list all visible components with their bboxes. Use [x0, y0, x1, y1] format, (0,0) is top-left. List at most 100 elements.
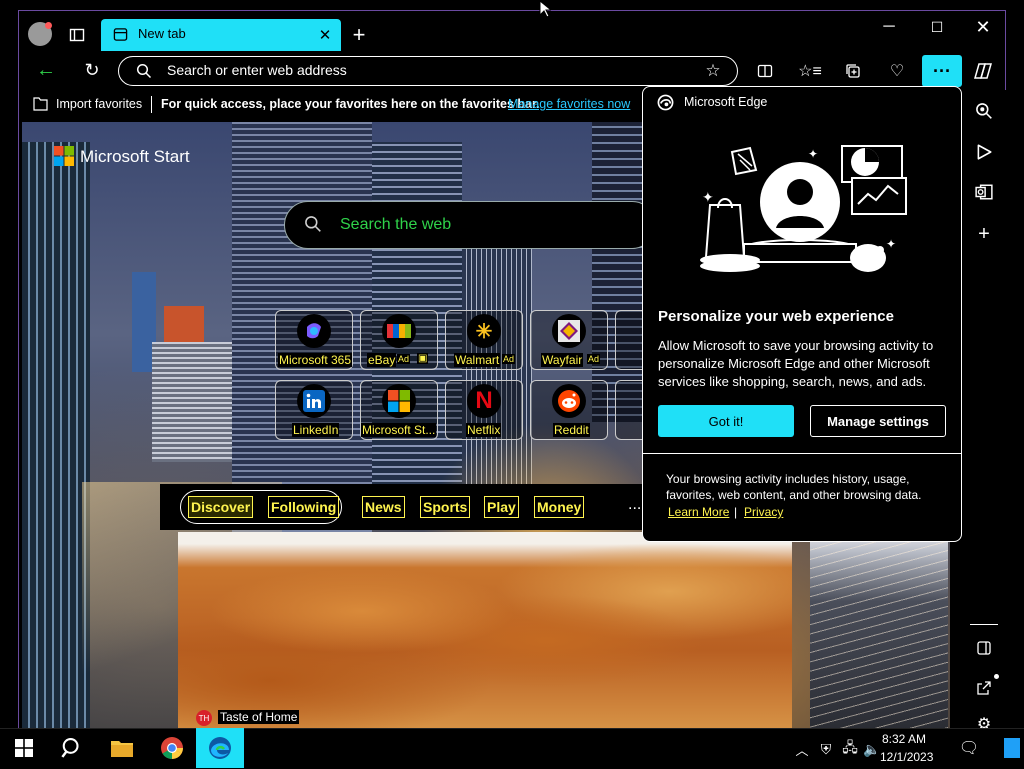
netflix-icon: N — [467, 384, 501, 418]
new-tab-button[interactable]: + — [348, 22, 370, 47]
address-placeholder: Search or enter web address — [167, 62, 347, 78]
chrome-icon[interactable] — [156, 732, 188, 764]
favorites-bar-message: For quick access, place your favorites h… — [161, 97, 540, 111]
tab-actions-icon[interactable] — [66, 24, 88, 46]
quick-link-partial[interactable] — [615, 310, 645, 370]
add-favorite-star-icon[interactable]: ☆ — [702, 60, 724, 82]
quick-link-microsoft-365[interactable]: Microsoft 365 — [275, 310, 353, 370]
taskbar-search-icon[interactable] — [56, 732, 88, 764]
hide-sidebar-icon[interactable] — [972, 636, 996, 660]
quick-link-label: eBay — [367, 353, 397, 367]
quick-link-label: Wayfair — [541, 353, 584, 367]
copilot-icon[interactable] — [970, 58, 996, 84]
svg-text:✦: ✦ — [702, 190, 714, 206]
microsoft-start-brand: Microsoft Start — [80, 147, 190, 166]
quick-link-label: Reddit — [553, 423, 590, 437]
profile-notification-dot — [45, 22, 52, 29]
quick-link-linkedin[interactable]: LinkedIn — [275, 380, 353, 440]
feed-tab-play[interactable]: Play — [484, 496, 519, 518]
quick-link-label: Microsoft St... — [361, 423, 437, 437]
card-source-label: Taste of Home — [218, 710, 300, 724]
feed-tab-money[interactable]: Money — [534, 496, 585, 518]
outlook-sidebar-icon[interactable] — [972, 180, 996, 204]
edge-logo-icon — [656, 93, 674, 111]
web-search-placeholder: Search the web — [340, 216, 452, 233]
link-separator: | — [734, 505, 738, 519]
quick-link-microsoft-store[interactable]: Microsoft St... — [360, 380, 438, 440]
linkedin-icon — [297, 384, 331, 418]
quick-link-partial[interactable] — [615, 380, 645, 440]
quick-link-wayfair[interactable]: Wayfair Ad — [530, 310, 608, 370]
manage-settings-button[interactable]: Manage settings — [810, 405, 946, 437]
address-search-icon — [134, 61, 154, 81]
quick-link-reddit[interactable]: Reddit — [530, 380, 608, 440]
favorites-bar-divider — [151, 96, 152, 113]
manage-favorites-link[interactable]: Manage favorites now — [508, 97, 630, 111]
web-search-icon — [302, 213, 324, 235]
add-sidebar-app-icon[interactable]: + — [972, 222, 996, 246]
ad-badge: Ad — [587, 354, 601, 364]
quick-link-netflix[interactable]: N Netflix — [445, 380, 523, 440]
popup-divider — [642, 453, 962, 454]
security-tray-icon[interactable]: ⛨ — [816, 740, 836, 758]
popup-title: Personalize your web experience — [658, 308, 894, 325]
windows-start-icon[interactable] — [8, 732, 40, 764]
split-screen-icon[interactable] — [752, 58, 778, 84]
popup-note: Your browsing activity includes history,… — [666, 472, 922, 502]
settings-and-more-button[interactable]: ··· — [922, 55, 962, 87]
import-favorites-icon — [32, 96, 48, 112]
tab-new-tab[interactable] — [101, 19, 341, 51]
search-sidebar-icon[interactable] — [972, 99, 996, 123]
action-center-icon[interactable]: 🗨 — [958, 738, 980, 758]
close-window-button[interactable]: ✕ — [972, 16, 994, 38]
show-desktop-button[interactable] — [1004, 738, 1020, 758]
network-tray-icon[interactable]: 🖧 — [840, 739, 860, 758]
feed-tab-discover[interactable]: Discover — [188, 496, 254, 518]
maximize-button[interactable]: ☐ — [926, 16, 948, 38]
external-link-icon[interactable] — [972, 676, 996, 700]
quick-link-label: Walmart — [454, 353, 501, 367]
sidebar-settings-gear-icon[interactable]: ⚙ — [972, 714, 996, 728]
browser-essentials-icon[interactable]: ♡ — [884, 58, 910, 84]
favorites-icon[interactable]: ☆≡ — [797, 58, 823, 84]
popup-brand: Microsoft Edge — [684, 95, 768, 109]
edge-taskbar-button[interactable] — [196, 728, 244, 768]
back-button[interactable]: ← — [34, 58, 58, 82]
privacy-link[interactable]: Privacy — [744, 505, 783, 519]
got-it-button[interactable]: Got it! — [658, 405, 794, 437]
minimize-button[interactable]: ─ — [878, 16, 900, 38]
news-card-food-image[interactable] — [178, 532, 792, 730]
new-tab-favicon-icon — [112, 26, 128, 42]
ad-info-icon[interactable]: ▣ — [417, 353, 429, 364]
taskbar-clock-date[interactable]: 12/1/2023 — [880, 750, 933, 764]
quick-link-ebay[interactable]: eBay Ad ▣ — [360, 310, 438, 370]
feed-tab-news[interactable]: News — [362, 496, 405, 518]
news-card-side-image[interactable] — [810, 532, 948, 730]
quick-link-walmart[interactable]: ✳ Walmart Ad — [445, 310, 523, 370]
sidebar-divider — [970, 624, 998, 625]
tab-title: New tab — [138, 26, 186, 41]
mouse-cursor-icon — [539, 0, 553, 18]
import-favorites-button[interactable]: Import favorites — [56, 97, 142, 111]
feed-tab-following[interactable]: Following — [268, 496, 340, 518]
file-explorer-icon[interactable] — [106, 732, 138, 764]
quick-link-label: LinkedIn — [292, 423, 340, 437]
games-sidebar-icon[interactable] — [972, 140, 996, 164]
feed-more-button[interactable]: ... — [628, 496, 641, 514]
tab-close-icon[interactable]: ✕ — [316, 26, 334, 44]
collections-icon[interactable] — [840, 58, 866, 84]
show-hidden-icons-chevron-icon[interactable]: ︿ — [792, 740, 812, 758]
quick-link-label: Microsoft 365 — [278, 353, 353, 367]
microsoft-store-icon — [382, 384, 416, 418]
refresh-button[interactable]: ↻ — [80, 58, 104, 82]
learn-more-link[interactable]: Learn More — [668, 505, 729, 519]
taskbar-clock-time[interactable]: 8:32 AM — [882, 732, 926, 746]
personalization-illustration: ✦ ✦ ✦ — [690, 140, 920, 280]
volume-muted-tray-icon[interactable]: 🔈 — [862, 740, 882, 758]
quick-link-label: Netflix — [466, 423, 502, 437]
taste-of-home-logo-icon: TH — [196, 710, 212, 726]
feed-tab-sports[interactable]: Sports — [420, 496, 471, 518]
wayfair-icon — [552, 314, 586, 348]
microsoft-logo-icon — [54, 146, 74, 166]
walmart-icon: ✳ — [467, 314, 501, 348]
